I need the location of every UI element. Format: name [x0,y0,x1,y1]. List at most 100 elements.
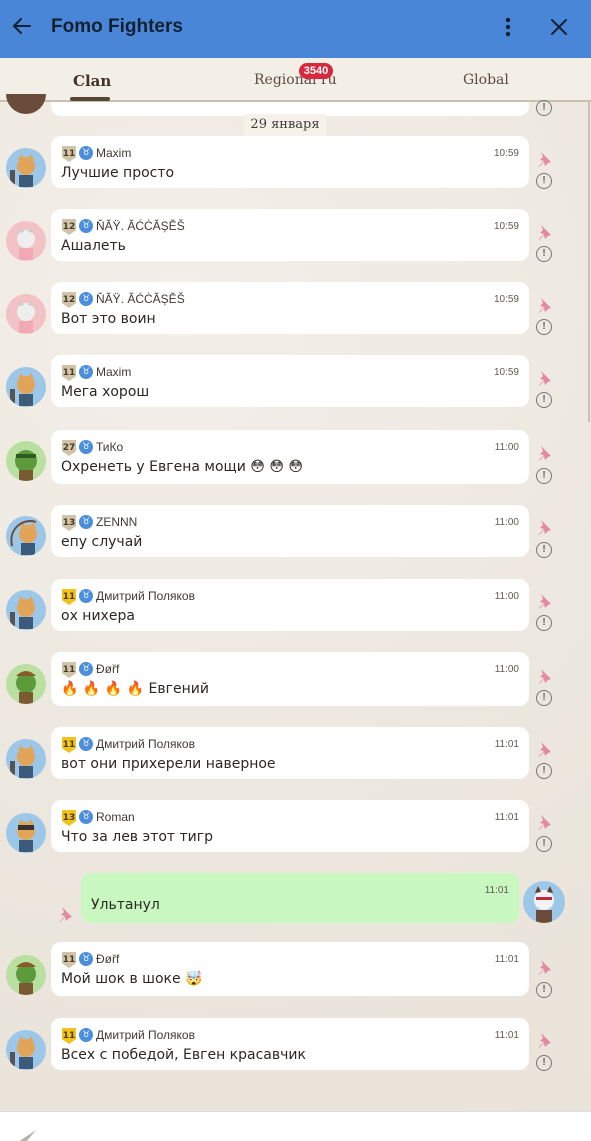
pin-icon[interactable] [535,667,553,685]
chat-title: Fomo Fighters [51,16,183,37]
report-icon[interactable]: ! [536,173,552,189]
rank-badge: 13 [62,515,76,531]
avatar[interactable] [6,516,46,556]
pin-icon[interactable] [535,296,553,314]
cat-red-warrior-avatar-icon [534,886,554,923]
report-icon[interactable]: ! [536,615,552,631]
rank-badge: 11 [62,662,76,678]
avatar[interactable] [6,590,46,630]
send-icon[interactable] [16,1128,38,1141]
tab-clan[interactable]: Clan [73,72,111,90]
pin-icon[interactable] [56,905,74,923]
report-icon[interactable]: ! [536,392,552,408]
more-options-icon[interactable] [498,16,518,40]
report-icon[interactable]: ! [536,100,552,116]
rank-badge: 12 [62,292,76,308]
pin-icon[interactable] [535,223,553,241]
avatar[interactable] [6,739,46,779]
app-header: Fomo Fighters [0,0,591,58]
pin-icon[interactable] [535,740,553,758]
pin-icon[interactable] [535,958,553,976]
sender-name[interactable]: ŇĂŸ. ĂĆĊĂȘĚŠ [96,292,185,306]
sender-name[interactable]: Maxim [96,365,131,379]
message-bubble[interactable]: 11 ♉ Ðøřf 11:00 🔥 🔥 🔥 🔥 Евгений [51,652,529,706]
back-arrow-icon[interactable] [10,14,34,38]
report-icon[interactable]: ! [536,246,552,262]
message-time: 11:01 [494,812,519,823]
cat-whip-avatar-icon [10,520,37,555]
tab-global[interactable]: Global [463,72,509,88]
pin-icon[interactable] [535,369,553,387]
avatar[interactable] [6,367,46,407]
message-text: вот они прихерели наверное [61,756,276,772]
message-bubble[interactable]: 11 ♉ Дмитрий Поляков 11:01 вот они прихе… [51,727,529,779]
message-bubble[interactable]: 11 ♉ Maxim 10:59 Лучшие просто [51,136,529,188]
report-icon[interactable]: ! [536,542,552,558]
scrollbar[interactable] [588,102,590,422]
message-bubble[interactable]: 12 ♉ ŇĂŸ. ĂĆĊĂȘĚŠ 10:59 Ашалеть [51,209,529,261]
own-message-bubble[interactable]: 11:01 Ультанул [81,873,519,923]
report-icon[interactable]: ! [536,1055,552,1071]
sender-name[interactable]: ZENNN [96,515,137,529]
pin-icon[interactable] [535,592,553,610]
message-bubble[interactable]: 12 ♉ ŇĂŸ. ĂĆĊĂȘĚŠ 10:59 Вот это воин [51,282,529,334]
message-bubble[interactable]: 27 ♉ ТиКо 11:00 Охренеть у Евгена мощи 😳… [51,430,529,484]
report-icon[interactable]: ! [536,763,552,779]
cat-pink-avatar-icon [17,300,35,333]
zodiac-icon: ♉ [79,219,93,233]
sender-name[interactable]: Roman [96,810,135,824]
frog-avatar-icon [15,450,37,481]
message-time: 11:01 [494,739,519,750]
zodiac-icon: ♉ [79,515,93,529]
pin-icon[interactable] [535,1031,553,1049]
message-time: 11:01 [494,1030,519,1041]
frog-warrior-avatar-icon [16,671,36,704]
own-avatar[interactable] [523,881,565,923]
report-icon[interactable]: ! [536,836,552,852]
message-text: Ашалеть [61,238,126,254]
zodiac-icon: ♉ [79,146,93,160]
pin-icon[interactable] [535,150,553,168]
avatar[interactable] [6,441,46,481]
sender-name[interactable]: ТиКо [96,440,123,454]
sender-name[interactable]: Ðøřf [96,662,119,676]
cat-warrior-avatar-icon [10,745,35,778]
message-bubble[interactable]: 11 ♉ Ðøřf 11:01 Мой шок в шоке 🤯 [51,942,529,996]
sender-name[interactable]: Дмитрий Поляков [96,737,195,751]
message-time: 10:59 [493,367,519,378]
sender-name[interactable]: Ðøřf [96,952,119,966]
sender-name[interactable]: ŇĂŸ. ĂĆĊĂȘĚŠ [96,219,185,233]
message-text: Что за лев этот тигр [61,829,214,845]
avatar[interactable] [6,221,46,261]
pin-icon[interactable] [535,813,553,831]
sender-name[interactable]: Дмитрий Поляков [96,1028,195,1042]
sender-name[interactable]: Maxim [96,146,131,160]
message-bubble[interactable]: 11 ♉ Maxim 10:59 Мега хорош [51,355,529,407]
zodiac-icon: ♉ [79,662,93,676]
rank-badge: 13 [62,810,76,826]
report-icon[interactable]: ! [536,319,552,335]
message-input-bar[interactable] [0,1111,591,1141]
message-bubble[interactable]: 11 ♉ Дмитрий Поляков 11:01 Всех с победо… [51,1018,529,1070]
message-bubble[interactable]: 13 ♉ ZENNN 11:00 епу случай [51,505,529,557]
message-text: Всех с победой, Евген красавчик [61,1047,306,1063]
sender-name[interactable]: Дмитрий Поляков [96,589,195,603]
avatar[interactable] [6,813,46,853]
message-text: Лучшие просто [61,165,175,181]
avatar[interactable] [6,148,46,188]
close-icon[interactable] [548,16,570,38]
avatar[interactable] [6,1030,46,1070]
pin-icon[interactable] [535,518,553,536]
avatar[interactable] [6,955,46,995]
report-icon[interactable]: ! [536,690,552,706]
avatar[interactable] [6,664,46,704]
report-icon[interactable]: ! [536,468,552,484]
message-text: Ультанул [91,897,160,913]
avatar[interactable] [6,294,46,334]
message-bubble[interactable]: 11 ♉ Дмитрий Поляков 11:00 ох нихера [51,579,529,631]
message-text: Мега хорош [61,384,150,400]
report-icon[interactable]: ! [536,982,552,998]
zodiac-icon: ♉ [79,737,93,751]
message-bubble[interactable]: 13 ♉ Roman 11:01 Что за лев этот тигр [51,800,529,852]
pin-icon[interactable] [535,444,553,462]
